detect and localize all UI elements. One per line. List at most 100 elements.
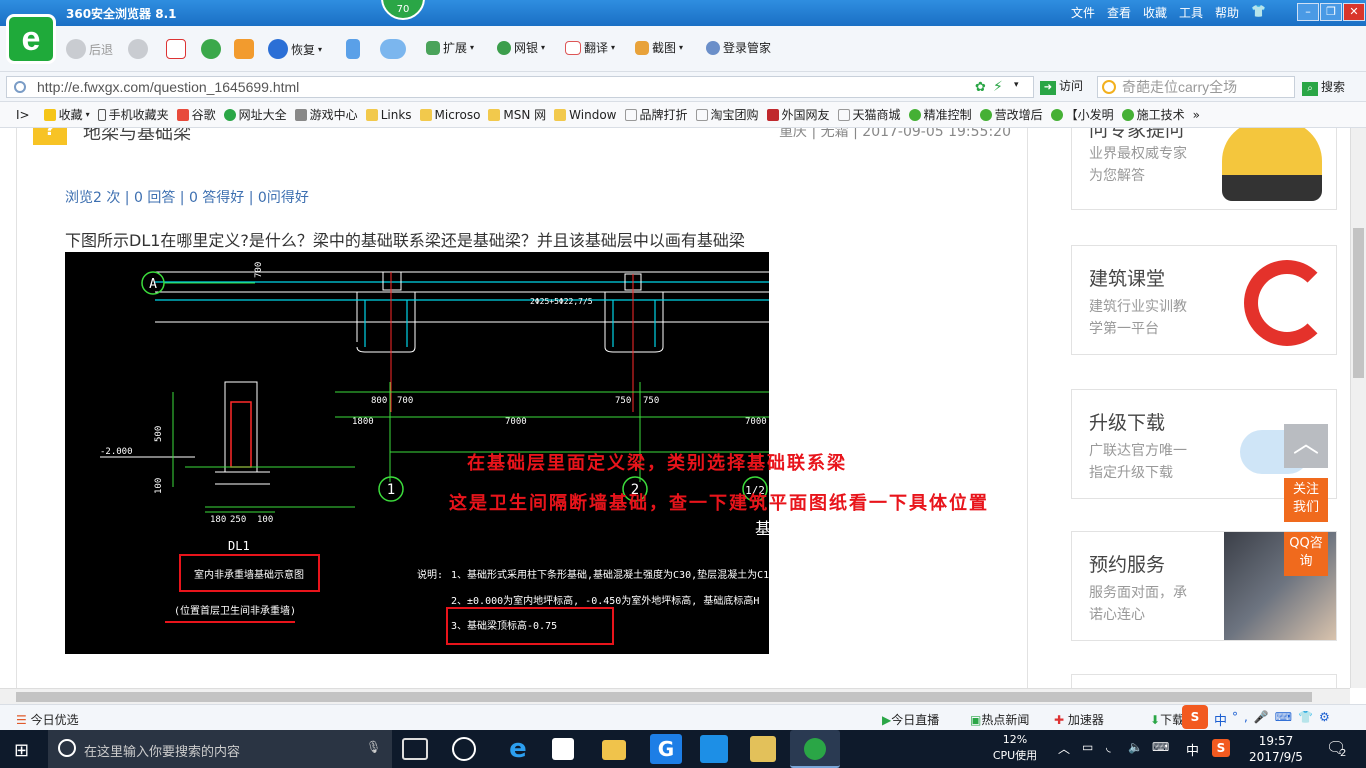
card-desc-line1: 广联达官方唯一 <box>1089 443 1187 459</box>
back-to-top-button[interactable]: ︿ <box>1284 424 1328 468</box>
stop-button[interactable] <box>166 39 186 59</box>
bookmark-control[interactable]: 精准控制 <box>908 106 972 123</box>
card-building-class[interactable]: 建筑课堂 建筑行业实训教 学第一平台 <box>1071 245 1337 355</box>
windows-start-icon[interactable]: ⊞ <box>14 740 29 761</box>
bookmark-games[interactable]: 游戏中心 <box>294 106 358 123</box>
menu-file[interactable]: 文件 <box>1071 4 1095 21</box>
bookmarks-bar: I> 收藏 ▾ 手机收藏夹 谷歌 网址大全 游戏中心 Links Microso … <box>0 102 1366 128</box>
menu-tools[interactable]: 工具 <box>1179 4 1203 21</box>
more-bookmarks-icon[interactable]: » <box>1193 108 1200 122</box>
netbank-button[interactable]: 网银 ▾ <box>497 39 545 56</box>
browser-360-taskbar-icon[interactable] <box>790 730 840 768</box>
sogou-ime-icon[interactable]: S <box>1182 705 1208 729</box>
status-news[interactable]: ▣热点新闻 <box>970 711 1029 728</box>
wifi-icon[interactable]: ◟ <box>1106 740 1111 754</box>
speed-icon[interactable]: ⚡ <box>993 79 1003 95</box>
forward-button[interactable] <box>128 39 148 59</box>
close-button[interactable]: ✕ <box>1343 3 1365 21</box>
sidebar-toggle-icon[interactable]: I> <box>16 108 30 122</box>
cpu-usage[interactable]: 12% CPU使用 <box>990 732 1040 764</box>
url-input[interactable]: http://e.fwxgx.com/question_1645699.html <box>6 76 1034 98</box>
battery-icon[interactable]: ▭ <box>1082 740 1093 754</box>
card-ask-expert[interactable]: 问专家提问 业界最权威专家 为您解答 <box>1071 128 1337 210</box>
bookmark-mobile[interactable]: 手机收藏夹 <box>97 106 169 123</box>
glodon-icon[interactable]: G <box>650 734 682 764</box>
menu-view[interactable]: 查看 <box>1107 4 1131 21</box>
bookmark-urls[interactable]: 网址大全 <box>223 106 287 123</box>
screenshot-button[interactable]: 截图 ▾ <box>635 39 683 56</box>
status-accelerator[interactable]: ✚ 加速器 <box>1054 711 1104 728</box>
shirt-icon[interactable]: 👕 <box>1251 4 1266 21</box>
minimize-button[interactable]: – <box>1297 3 1319 21</box>
taskbar-search-input[interactable]: 在这里输入你要搜索的内容 <box>48 730 392 768</box>
edge-icon[interactable]: e <box>502 734 534 764</box>
ime-tools-icon[interactable]: °,🎤⌨👕⚙ <box>1232 710 1336 724</box>
home-button[interactable] <box>234 39 254 59</box>
annotation-define-beam: 在基础层里面定义梁，类别选择基础联系梁 <box>467 453 847 474</box>
today-picks[interactable]: ☰ 今日优选 <box>16 711 79 728</box>
app-icon-notes[interactable] <box>750 736 776 762</box>
card-title: 预约服务 <box>1089 554 1166 576</box>
card-next[interactable] <box>1071 674 1337 688</box>
back-button[interactable]: 后退 <box>66 39 113 59</box>
vertical-scrollbar[interactable] <box>1350 128 1366 688</box>
bookmark-windows[interactable]: Window <box>554 108 617 122</box>
horizontal-scrollbar[interactable] <box>0 688 1350 704</box>
status-live[interactable]: ▶今日直播 <box>882 711 939 728</box>
app-icon-plus[interactable] <box>700 735 728 763</box>
scroll-thumb[interactable] <box>1353 228 1364 378</box>
ime-mode[interactable]: 中 <box>1214 710 1227 729</box>
bookmark-invention[interactable]: 【小发明 <box>1050 106 1114 123</box>
search-input[interactable]: 奇葩走位carry全场 <box>1097 76 1295 98</box>
translate-button[interactable]: 翻译 ▾ <box>565 39 615 56</box>
score-badge[interactable]: 70 <box>381 0 425 20</box>
search-button[interactable]: ⌕ 搜索 <box>1302 78 1345 96</box>
file-explorer-icon[interactable] <box>602 740 626 760</box>
page-icon <box>695 108 708 121</box>
annotation-partition-wall: 这是卫生间隔断墙基础，查一下建筑平面图纸看一下具体位置 <box>449 493 989 514</box>
qq-consult-button[interactable]: QQ咨询 <box>1284 532 1328 576</box>
note-1: 1、基础形式采用柱下条形基础,基础混凝土强度为C30,垫层混凝土为C15 <box>451 568 769 581</box>
bookmark-tmall[interactable]: 天猫商城 <box>837 106 901 123</box>
security-icon[interactable]: ✿ <box>975 80 986 95</box>
restore-tab-button[interactable]: 恢复 ▾ <box>268 39 322 59</box>
volume-icon[interactable]: 🔈 <box>1128 740 1143 754</box>
menu-help[interactable]: 帮助 <box>1215 4 1239 21</box>
cloud-button[interactable] <box>380 39 406 59</box>
menu-favorites[interactable]: 收藏 <box>1143 4 1167 21</box>
bookmark-construction[interactable]: 施工技术 <box>1121 106 1185 123</box>
scroll-thumb[interactable] <box>16 692 1312 702</box>
app-icon-1[interactable] <box>452 737 476 761</box>
question-text: 下图所示DL1在哪里定义?是什么？梁中的基础联系梁还是基础梁？并且该基础层中以画… <box>65 231 745 250</box>
bookmark-brand[interactable]: 品牌打折 <box>624 106 688 123</box>
keyboard-icon[interactable]: ⌨ <box>1152 740 1169 754</box>
task-view-icon[interactable] <box>402 738 428 760</box>
follow-us-button[interactable]: 关注我们 <box>1284 478 1328 522</box>
bookmark-links[interactable]: Links <box>365 108 412 122</box>
status-download[interactable]: ⬇下载 <box>1150 711 1184 728</box>
restore-button[interactable]: ❐ <box>1320 3 1342 21</box>
bookmark-microsoft[interactable]: Microso <box>419 108 480 122</box>
bookmark-msn[interactable]: MSN 网 <box>488 106 546 123</box>
ime-language[interactable]: 中 <box>1186 740 1199 759</box>
folder-icon <box>554 108 567 121</box>
search-engine-icon[interactable] <box>1102 80 1116 94</box>
bookmark-favorites[interactable]: 收藏 ▾ <box>43 106 90 123</box>
microphone-icon[interactable]: 🎙 <box>366 740 381 754</box>
bookmark-taobao[interactable]: 淘宝团购 <box>695 106 759 123</box>
bookmark-google[interactable]: 谷歌 <box>176 106 216 123</box>
sogou-tray-icon[interactable]: S <box>1212 739 1230 757</box>
question-icon: ? <box>33 128 67 145</box>
bookmark-foreign[interactable]: 外国网友 <box>766 106 830 123</box>
refresh-button[interactable] <box>201 39 221 59</box>
chevron-up-icon[interactable]: ︿ <box>1058 740 1070 757</box>
store-icon[interactable] <box>552 738 574 760</box>
browser-logo-icon[interactable]: e <box>6 14 56 64</box>
extend-button[interactable]: 扩展 ▾ <box>426 39 474 56</box>
clock[interactable]: 19:57 2017/9/5 <box>1246 733 1306 765</box>
login-manager-button[interactable]: 登录管家 <box>706 39 771 56</box>
visit-button[interactable]: ➜ 访问 <box>1040 77 1083 95</box>
bookmark-tax[interactable]: 营改增后 <box>979 106 1043 123</box>
phone-button[interactable] <box>346 39 360 59</box>
chevron-down-icon[interactable]: ▾ <box>1014 80 1019 90</box>
